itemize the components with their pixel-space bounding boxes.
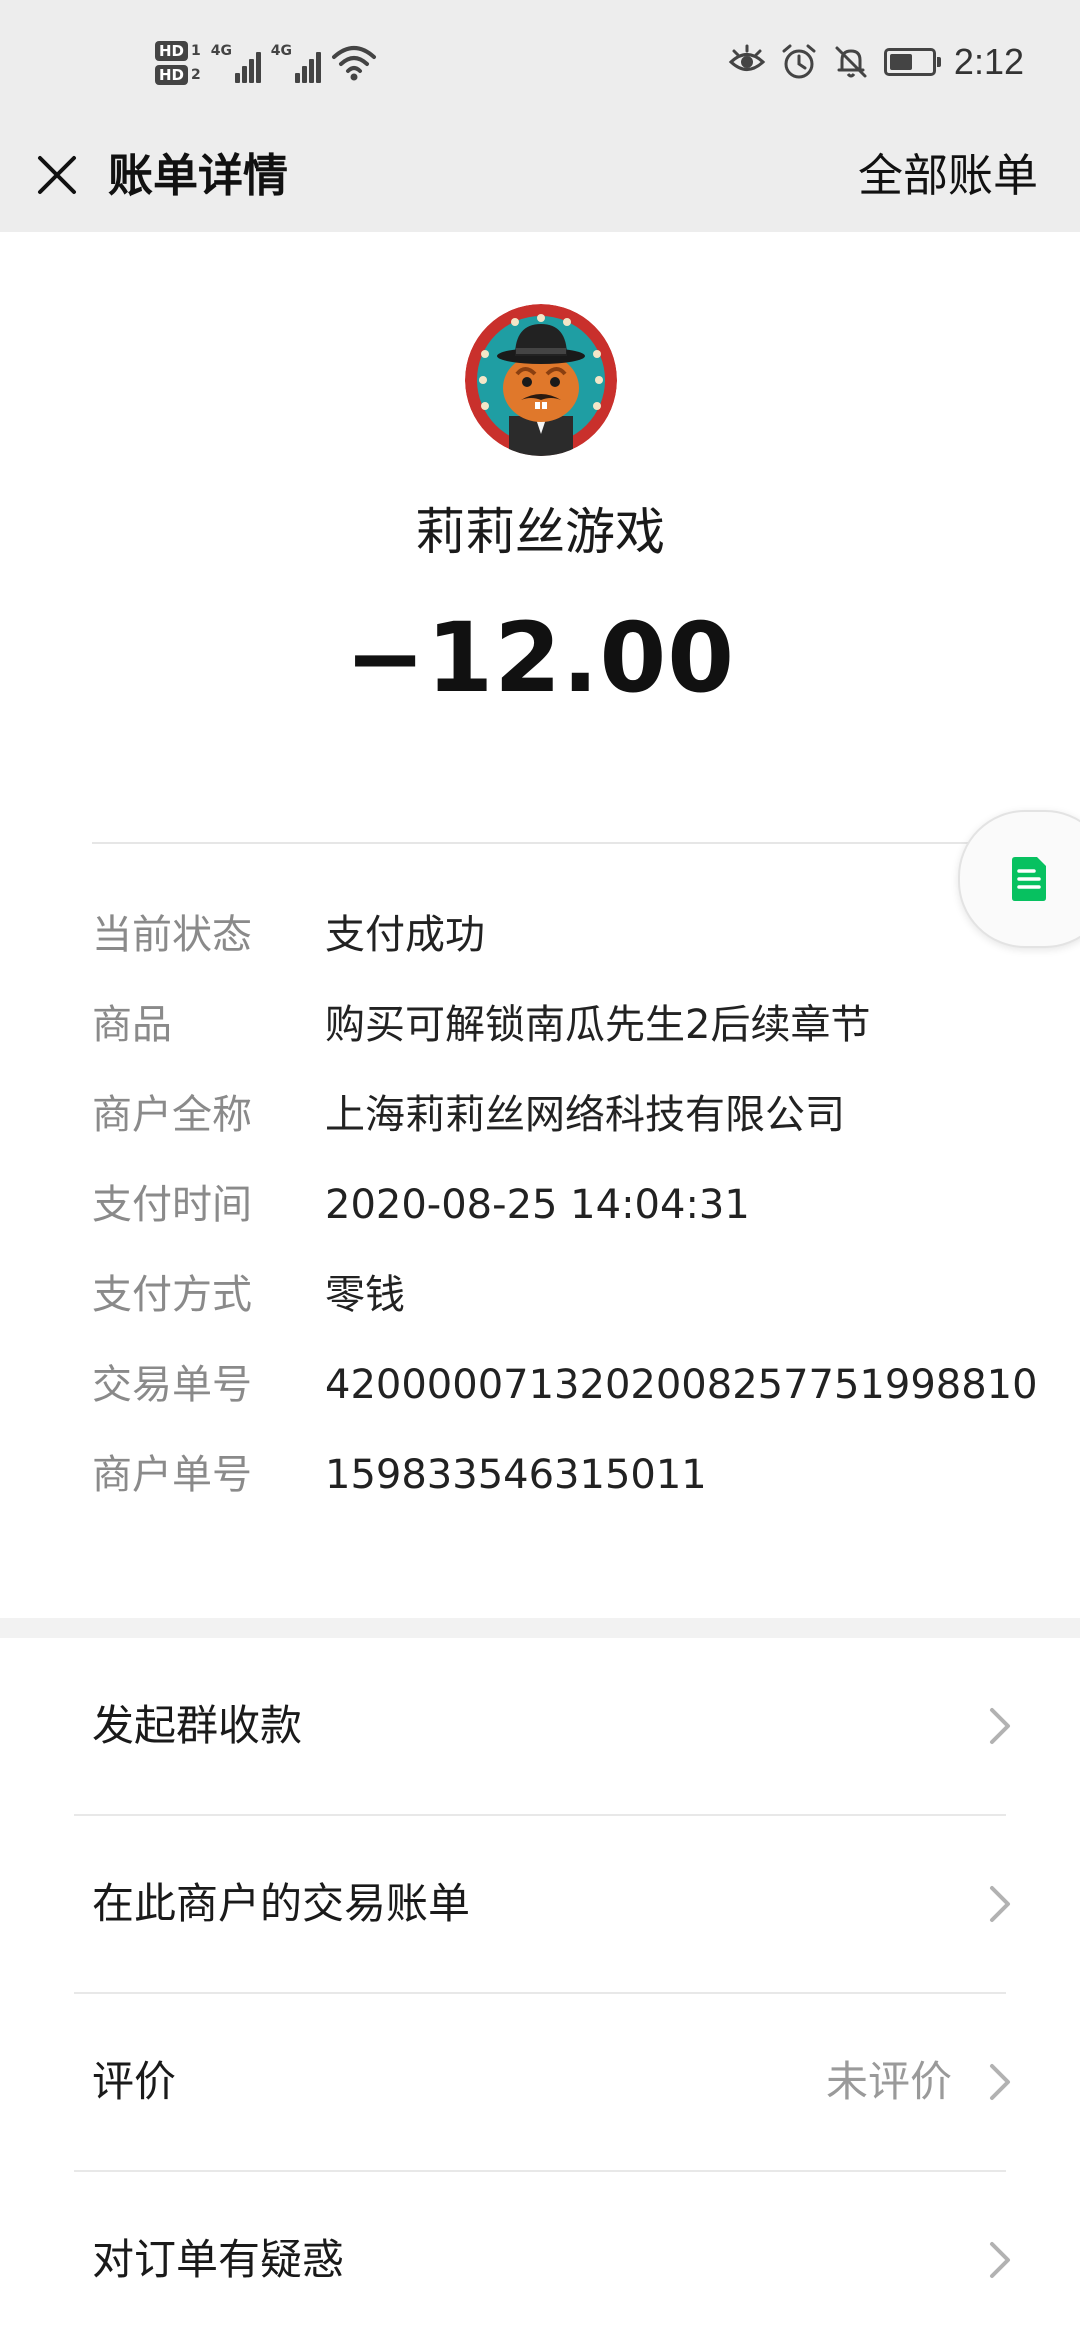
status-bar-right: 2:12 (728, 32, 1024, 92)
hd1-indicator: HD 1 (155, 41, 201, 61)
detail-row-merchant-full-name: 商户全称 上海莉莉丝网络科技有限公司 (0, 1070, 1080, 1160)
eye-icon (728, 44, 766, 71)
status-bar: HD 1 HD 2 4G 4G 2:12 (0, 0, 1080, 120)
detail-key: 支付时间 (92, 1182, 252, 1228)
menu-item-label: 在此商户的交易账单 (92, 1879, 471, 1928)
detail-row-payment-method: 支付方式 零钱 (0, 1250, 1080, 1340)
close-button[interactable] (26, 144, 88, 206)
battery-icon (883, 48, 941, 76)
nav-bar: 账单详情 全部账单 (0, 120, 1080, 232)
merchant-summary: 莉莉丝游戏 −12.00 (0, 232, 1080, 842)
hd2-badge: HD (155, 65, 189, 85)
hd2-num: 2 (191, 67, 201, 83)
hd1-badge: HD (155, 41, 189, 61)
battery-fill (889, 54, 913, 70)
hd2-indicator: HD 2 (155, 65, 201, 85)
detail-key: 支付方式 (92, 1272, 252, 1318)
close-icon (38, 156, 76, 194)
detail-value: 2020-08-25 14:04:31 (325, 1182, 750, 1228)
hd-indicators: HD 1 HD 2 (155, 41, 201, 85)
divider (92, 842, 1080, 844)
review-status: 未评价 (825, 2057, 952, 2106)
menu-review[interactable]: 评价 未评价 (0, 1994, 1080, 2170)
hd1-num: 1 (191, 43, 201, 59)
page-title: 账单详情 (108, 149, 289, 202)
detail-key: 商户单号 (92, 1452, 252, 1498)
detail-value: 上海莉莉丝网络科技有限公司 (325, 1092, 845, 1138)
detail-row-transaction-no: 交易单号 4200000713202008257751998810 (0, 1340, 1080, 1430)
detail-value: 支付成功 (325, 912, 485, 958)
menu-order-question[interactable]: 对订单有疑惑 (0, 2172, 1080, 2348)
menu-item-label: 发起群收款 (92, 1701, 303, 1750)
detail-value: 4200000713202008257751998810 (325, 1362, 1038, 1408)
menu-merchant-bills[interactable]: 在此商户的交易账单 (0, 1816, 1080, 1992)
menu-group-collection[interactable]: 发起群收款 (0, 1638, 1080, 1814)
chevron-right-icon (990, 1708, 1010, 1744)
net2-label: 4G (270, 43, 292, 59)
detail-key: 商品 (92, 1002, 172, 1048)
all-bills-link[interactable]: 全部账单 (858, 120, 1038, 232)
detail-key: 商户全称 (92, 1092, 252, 1138)
detail-key: 当前状态 (92, 912, 252, 958)
merchant-name: 莉莉丝游戏 (415, 503, 665, 561)
signal2-icon: 4G (271, 43, 321, 83)
chevron-right-icon (990, 1886, 1010, 1922)
wifi-icon (331, 46, 376, 81)
detail-key: 交易单号 (92, 1362, 252, 1408)
signal1-icon: 4G (211, 43, 261, 83)
detail-row-merchant-order-no: 商户单号 159833546315011 (0, 1430, 1080, 1520)
alarm-icon (782, 44, 816, 79)
chevron-right-icon (990, 2064, 1010, 2100)
merchant-logo-icon (465, 304, 617, 456)
status-time: 2:12 (953, 41, 1024, 82)
detail-row-product: 商品 购买可解锁南瓜先生2后续章节 (0, 980, 1080, 1070)
section-gap (0, 1618, 1080, 1638)
menu-item-label: 评价 (92, 2057, 177, 2106)
payment-amount: −12.00 (344, 602, 736, 714)
net1-label: 4G (210, 43, 232, 59)
detail-value: 购买可解锁南瓜先生2后续章节 (325, 1002, 871, 1048)
menu-item-label: 对订单有疑惑 (92, 2235, 345, 2284)
chevron-right-icon (990, 2242, 1010, 2278)
status-bar-left: HD 1 HD 2 4G 4G (155, 28, 377, 98)
detail-row-payment-time: 支付时间 2020-08-25 14:04:31 (0, 1160, 1080, 1250)
detail-value: 159833546315011 (325, 1452, 707, 1498)
merchant-avatar (465, 304, 617, 456)
bell-muted-icon (835, 46, 867, 78)
detail-row-status: 当前状态 支付成功 (0, 890, 1080, 980)
detail-value: 零钱 (325, 1272, 405, 1318)
